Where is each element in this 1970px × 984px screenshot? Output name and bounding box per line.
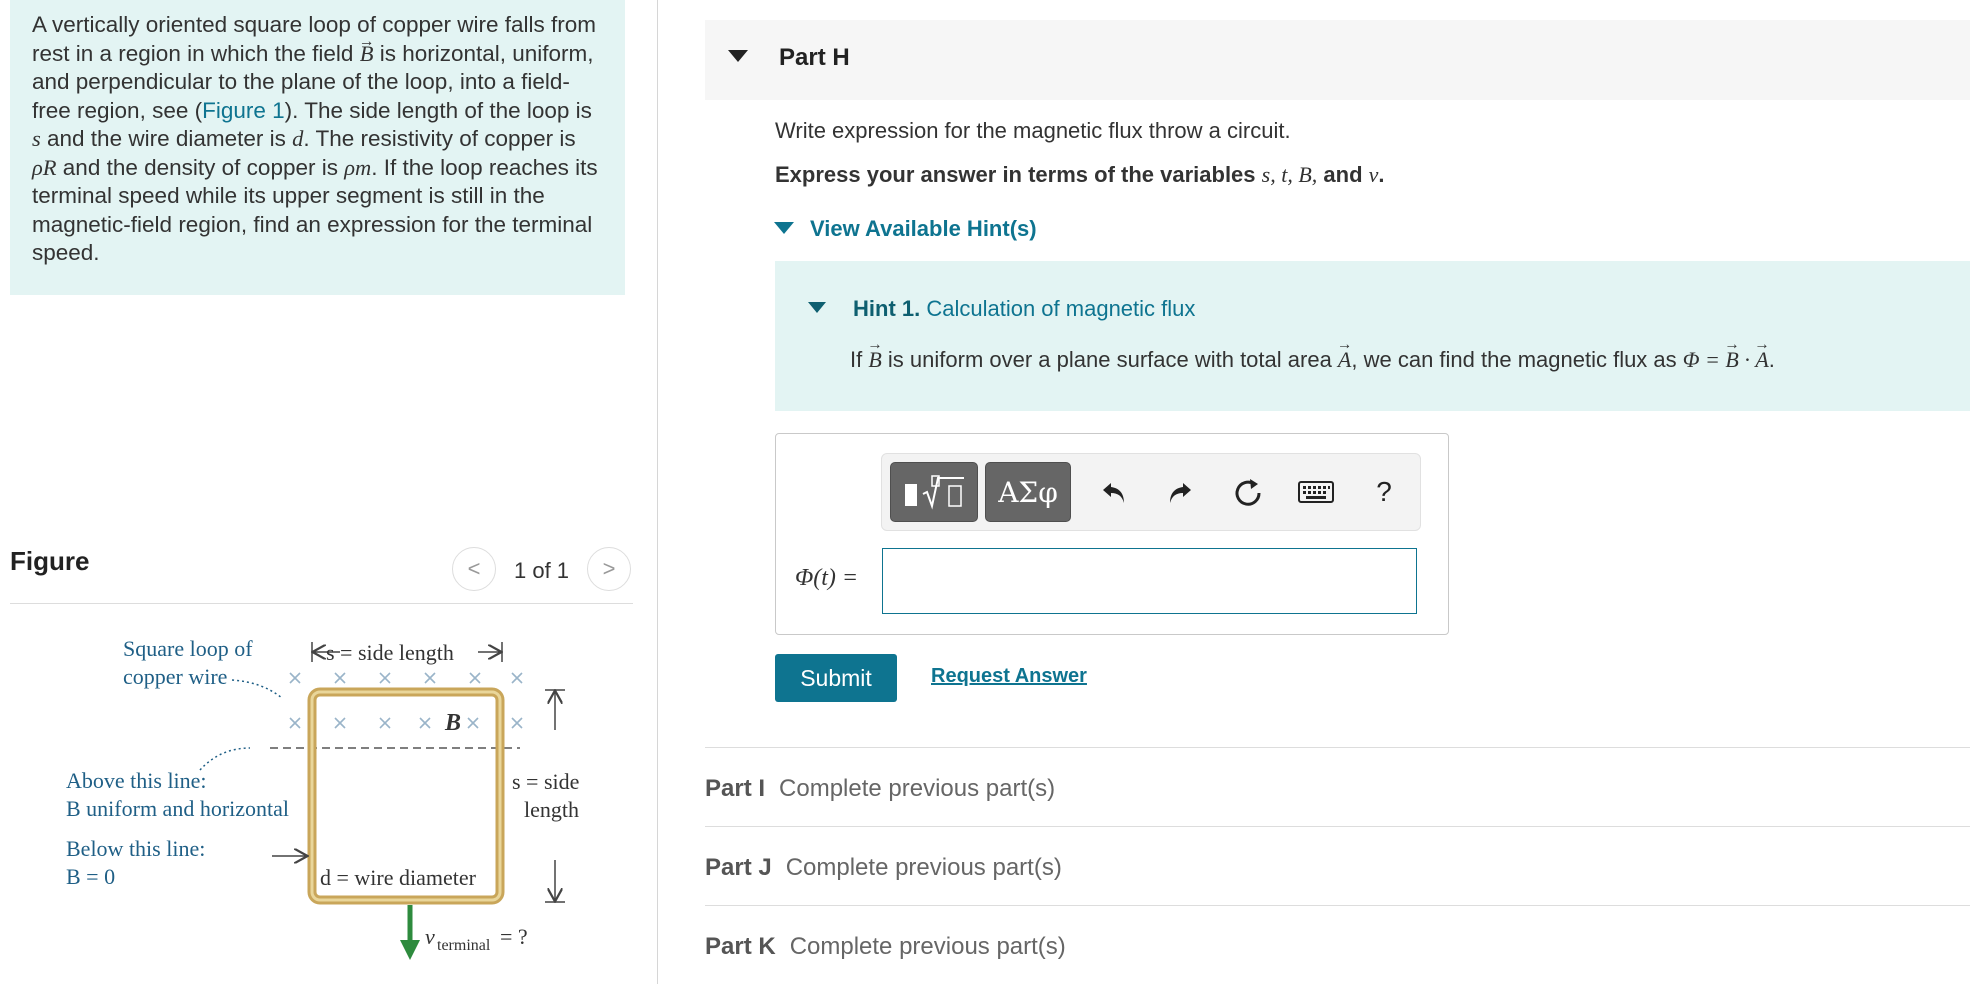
terminal-velocity-symbol: v (425, 924, 435, 949)
view-hints-toggle[interactable]: View Available Hint(s) (810, 216, 1037, 242)
figure-link[interactable]: Figure 1 (202, 98, 285, 123)
below-line-field-label: B = 0 (66, 864, 115, 889)
reset-button[interactable] (1226, 470, 1270, 514)
chevron-right-icon: > (602, 556, 616, 581)
terminal-velocity-question: = ? (500, 924, 528, 949)
hint-panel (775, 261, 1970, 411)
column-divider (657, 0, 658, 984)
field-crosses (289, 672, 523, 729)
figure-divider (10, 603, 633, 604)
templates-button[interactable] (890, 462, 978, 522)
redo-icon (1170, 483, 1191, 503)
redo-button[interactable] (1158, 470, 1202, 514)
problem-text: and the density of copper is (56, 154, 345, 180)
submit-button[interactable]: Submit (775, 654, 897, 702)
hint-text: If B is uniform over a plane surface wit… (850, 347, 1775, 373)
request-answer-link[interactable]: Request Answer (931, 665, 1087, 688)
answer-label: Φ(t) = (795, 565, 859, 591)
below-line-label: Below this line: (66, 836, 205, 861)
var-s: s (32, 126, 41, 151)
caret-down-icon[interactable] (774, 222, 794, 234)
templates-icon (905, 475, 964, 510)
answer-instruction: Express your answer in terms of the vari… (775, 162, 1385, 187)
terminal-velocity-subscript: terminal (437, 937, 491, 954)
help-button[interactable]: ? (1362, 470, 1406, 514)
loop-label-2: copper wire (123, 664, 227, 689)
problem-statement: A vertically oriented square loop of cop… (10, 0, 625, 295)
figure-title: Figure (10, 546, 90, 576)
loop-label-1: Square loop of (123, 636, 253, 661)
b-field-symbol: B (360, 40, 374, 69)
problem-text: and the wire diameter is (40, 126, 293, 151)
chevron-left-icon: < (467, 556, 481, 581)
undo-button[interactable] (1092, 470, 1136, 514)
right-side-label-1: s = side (512, 769, 579, 794)
b-inside-label: B (444, 710, 461, 736)
undo-icon (1103, 483, 1124, 503)
problem-text: . The resistivity of copper is (303, 126, 576, 151)
right-side-label-2: length (524, 797, 579, 822)
figure-count: 1 of 1 (514, 558, 570, 583)
symbols-button[interactable]: ΑΣφ (985, 462, 1071, 522)
keyboard-button[interactable] (1294, 470, 1338, 514)
figure-diagram: s = side length s = side length B Square… (66, 636, 579, 960)
figure-next-button[interactable]: > (587, 547, 631, 591)
answer-input[interactable] (882, 548, 1417, 614)
divider (705, 905, 1970, 906)
caret-down-icon[interactable] (728, 50, 748, 62)
divider (705, 747, 1970, 748)
keyboard-icon (1298, 481, 1334, 503)
part-i-row: Part I Complete previous part(s) (705, 775, 1056, 802)
var-d: d (292, 126, 304, 151)
part-k-row: Part K Complete previous part(s) (705, 933, 1066, 960)
reset-icon (1235, 479, 1261, 506)
above-line-field-label: B uniform and horizontal (66, 796, 289, 821)
var-rho-r: ρR (32, 154, 57, 180)
side-length-label: s = side length (326, 640, 454, 665)
caret-down-icon[interactable] (808, 302, 826, 313)
hint-title[interactable]: Hint 1. Calculation of magnetic flux (853, 296, 1195, 322)
part-h-header[interactable] (705, 20, 1970, 100)
var-rho-m: ρm (344, 154, 372, 180)
problem-text: ). The side length of the loop is (284, 97, 592, 123)
question-text: Write expression for the magnetic flux t… (775, 118, 1291, 143)
divider (705, 826, 1970, 827)
part-j-row: Part J Complete previous part(s) (705, 854, 1062, 881)
part-h-title: Part H (779, 44, 850, 71)
wire-diameter-label: d = wire diameter (320, 865, 477, 890)
figure-prev-button[interactable]: < (452, 547, 496, 591)
above-line-label: Above this line: (66, 768, 207, 793)
